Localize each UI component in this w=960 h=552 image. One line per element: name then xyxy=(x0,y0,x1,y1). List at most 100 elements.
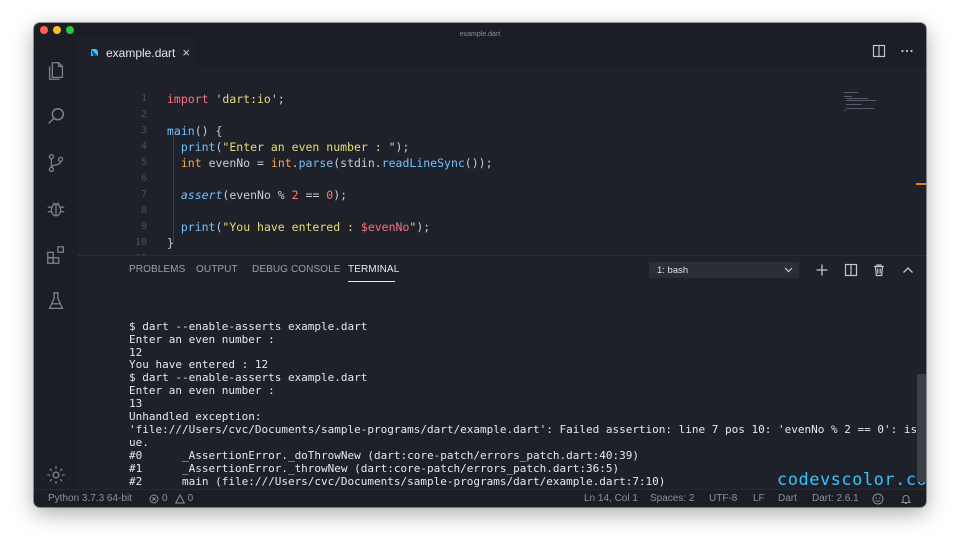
minimap[interactable] xyxy=(844,91,914,113)
split-icon[interactable] xyxy=(844,263,858,277)
trash-icon[interactable] xyxy=(872,263,886,277)
terminal-line: Unhandled exception: xyxy=(129,410,262,424)
code-token: "Enter an even number : " xyxy=(222,140,396,154)
terminal-line: 'file:///Users/cvc/Documents/sample-prog… xyxy=(129,422,926,436)
tab-problems[interactable]: PROBLEMS xyxy=(129,264,185,275)
code-text: main() { xyxy=(167,123,222,139)
line-number: 6 xyxy=(140,173,147,184)
search-icon[interactable] xyxy=(45,106,67,128)
status-bar: Python 3.7.3 64-bit 0 0 Ln 14, Col 1 Spa… xyxy=(34,489,926,507)
source-control-icon[interactable] xyxy=(45,152,67,174)
code-line: 9 print("You have entered : $evenNo"); xyxy=(77,219,857,235)
chevron-down-icon xyxy=(784,267,793,273)
split-editor-icon[interactable] xyxy=(872,44,886,58)
vscode-window: example.dart example.dart × 1 import 'da… xyxy=(34,23,926,507)
terminal-line: #0 _AssertionError._doThrowNew (dart:cor… xyxy=(129,448,639,462)
bottom-panel: PROBLEMS OUTPUT DEBUG CONSOLE TERMINAL 1… xyxy=(77,255,926,507)
problems-status[interactable]: 0 0 xyxy=(149,493,193,504)
indent-guide xyxy=(173,131,174,243)
code-token: assert xyxy=(180,188,223,202)
editor-tabs-bar: example.dart × xyxy=(77,38,926,67)
code-token: $evenNo xyxy=(360,220,410,234)
code-token: ()); xyxy=(464,156,493,170)
more-actions-icon[interactable] xyxy=(900,44,914,58)
tab-terminal[interactable]: TERMINAL xyxy=(348,264,399,275)
tab-debug-console[interactable]: DEBUG CONSOLE xyxy=(252,264,341,275)
settings-gear-icon[interactable] xyxy=(45,464,67,486)
python-interpreter[interactable]: Python 3.7.3 64-bit xyxy=(48,493,132,504)
code-line: 6 xyxy=(77,171,857,187)
code-token: evenNo = xyxy=(201,156,271,170)
tab-label: example.dart xyxy=(106,45,176,60)
terminal-select-label: 1: bash xyxy=(657,264,689,276)
notifications-bell-icon[interactable] xyxy=(900,493,912,505)
encoding[interactable]: UTF-8 xyxy=(709,493,737,504)
code-token: (evenNo % xyxy=(222,188,292,202)
indentation[interactable]: Spaces: 2 xyxy=(650,493,694,504)
code-line: 3 main() { xyxy=(77,123,857,139)
code-line: 4 print("Enter an even number : "); xyxy=(77,139,857,155)
language-mode[interactable]: Dart xyxy=(778,493,797,504)
code-text: print("You have entered : $evenNo"); xyxy=(167,219,430,235)
code-text: assert(evenNo % 2 == 0); xyxy=(167,187,347,203)
code-line: 5 int evenNo = int.parse(stdin.readLineS… xyxy=(77,155,857,171)
code-token: ); xyxy=(333,188,348,202)
dart-file-icon xyxy=(91,48,98,56)
code-token: () { xyxy=(194,124,223,138)
line-number: 4 xyxy=(140,141,147,152)
plus-icon[interactable] xyxy=(815,263,829,277)
code-token: readLineSync xyxy=(381,156,465,170)
dart-sdk-version[interactable]: Dart: 2.6.1 xyxy=(812,493,859,504)
end-of-line[interactable]: LF xyxy=(753,493,765,504)
minimize-window-button[interactable] xyxy=(53,26,61,34)
warning-icon xyxy=(174,493,185,503)
line-number: 2 xyxy=(140,109,147,120)
feedback-smiley-icon[interactable] xyxy=(872,493,884,505)
code-token: 'dart:io' xyxy=(215,92,278,106)
code-text: print("Enter an even number : "); xyxy=(167,139,410,155)
code-token: == xyxy=(298,188,327,202)
tab-example-dart[interactable]: example.dart × xyxy=(77,38,195,67)
cursor-position[interactable]: Ln 14, Col 1 xyxy=(584,493,638,504)
line-number: 1 xyxy=(140,93,147,104)
code-text: import 'dart:io'; xyxy=(167,91,285,107)
code-line: 1 import 'dart:io'; xyxy=(77,91,857,107)
code-token: ); xyxy=(416,220,431,234)
code-token: (stdin. xyxy=(333,156,382,170)
testing-icon[interactable] xyxy=(45,290,67,312)
warning-count: 0 xyxy=(187,493,194,504)
code-token: print xyxy=(180,220,216,234)
terminal-line: Enter an even number : xyxy=(129,332,275,346)
title-bar: example.dart xyxy=(34,23,926,38)
line-number: 8 xyxy=(140,205,147,216)
code-text: int evenNo = int.parse(stdin.readLineSyn… xyxy=(167,155,493,171)
tab-close-icon[interactable]: × xyxy=(182,45,190,60)
code-token: main xyxy=(167,124,195,138)
debug-icon[interactable] xyxy=(45,198,67,220)
code-token: 2 xyxy=(291,188,299,202)
terminal-line: ue. xyxy=(129,435,149,449)
window-title: example.dart xyxy=(459,31,501,38)
line-number: 7 xyxy=(140,189,147,200)
zoom-window-button[interactable] xyxy=(66,26,74,34)
error-icon xyxy=(149,494,159,503)
terminal-select[interactable]: 1: bash xyxy=(649,262,799,278)
code-editor[interactable]: 1 import 'dart:io'; 2 3 main() {4 print("Ent… xyxy=(77,67,926,255)
activity-bar xyxy=(34,38,77,489)
code-token: ; xyxy=(277,92,285,106)
close-window-button[interactable] xyxy=(40,26,48,34)
code-line: 10} xyxy=(77,235,857,251)
code-token: import xyxy=(167,92,216,106)
line-number: 10 xyxy=(134,237,147,248)
error-count: 0 xyxy=(162,493,168,504)
line-number: 5 xyxy=(140,157,147,168)
editor-actions xyxy=(872,44,914,58)
terminal-scrollbar[interactable] xyxy=(917,374,926,482)
line-number: 3 xyxy=(140,125,147,136)
extensions-icon[interactable] xyxy=(45,244,67,266)
chevron-up-icon[interactable] xyxy=(901,263,915,277)
explorer-icon[interactable] xyxy=(45,60,67,82)
tab-output[interactable]: OUTPUT xyxy=(196,264,238,275)
terminal-line: $ dart --enable-asserts example.dart xyxy=(129,319,368,333)
code-line: 2 xyxy=(77,107,857,123)
